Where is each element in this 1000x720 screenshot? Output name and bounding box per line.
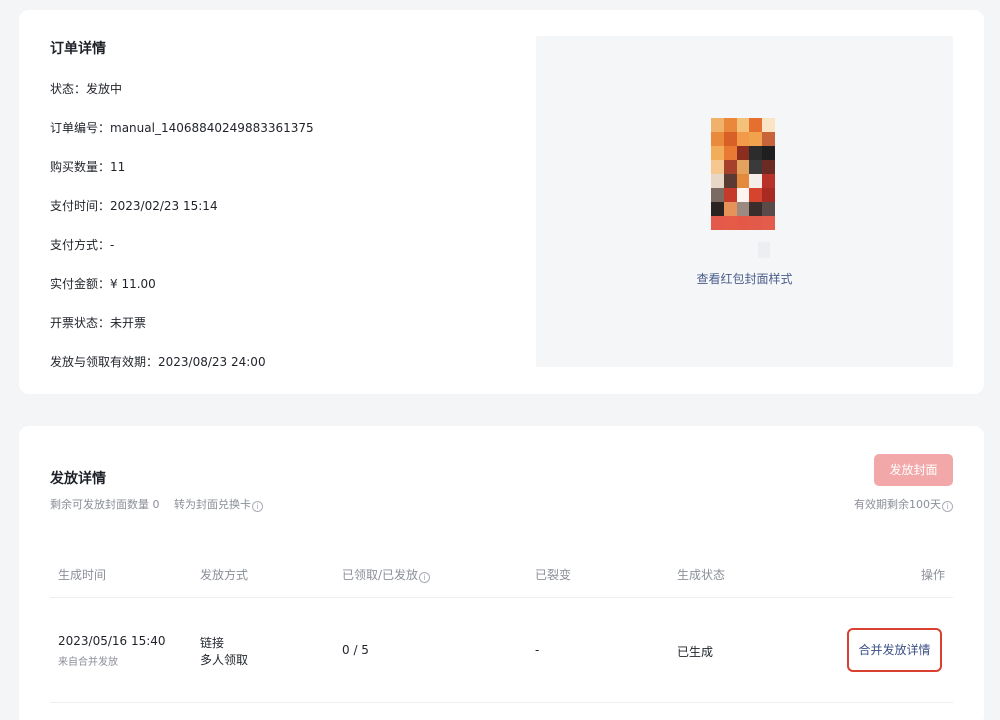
- invoice-status-value: 未开票: [110, 316, 147, 330]
- payment-method-value: -: [110, 238, 115, 252]
- column-header-status: 生成状态: [677, 568, 726, 582]
- order-number-value: manual_1406884024988336137​5: [110, 121, 314, 135]
- column-header-received: 已领取/已发放 i: [342, 566, 431, 583]
- column-header-received-label: 已领取/已发放: [342, 568, 419, 582]
- distribute-cover-button[interactable]: 发放封面: [874, 454, 953, 486]
- paid-amount-label: 实付金额：: [50, 277, 111, 291]
- payment-time-value: 2023/02/23 15:14: [110, 199, 218, 213]
- validity-remaining-label: 有效期剩余100天: [854, 498, 941, 511]
- table-divider: [50, 702, 953, 703]
- payment-method-label: 支付方式：: [50, 238, 111, 252]
- order-number-label: 订单编号：: [50, 121, 111, 135]
- validity-period-row: 发放与领取有效期：2023/08/23 24:00: [50, 353, 266, 370]
- purchase-quantity-label: 购买数量：: [50, 160, 111, 174]
- validity-period-label: 发放与领取有效期：: [50, 355, 159, 369]
- invoice-status-label: 开票状态：: [50, 316, 111, 330]
- convert-to-card-label: 转为封面兑换卡: [174, 498, 251, 511]
- order-status-label: 状态：: [50, 82, 87, 96]
- merge-distribution-detail-link[interactable]: 合并发放详情: [847, 628, 942, 672]
- order-detail-title: 订单详情: [50, 41, 106, 57]
- info-icon[interactable]: i: [419, 572, 431, 583]
- row-generate-time: 2023/05/16 15:40: [58, 634, 166, 648]
- view-cover-style-link[interactable]: 查看红包封面样式: [536, 270, 953, 287]
- remaining-covers-text: 剩余可发放封面数量 0: [50, 498, 160, 511]
- column-header-action: 操作: [920, 568, 945, 582]
- order-detail-card: 订单详情 状态：发放中 订单编号：manual_1406884024988336…: [19, 10, 984, 394]
- row-method-line2: 多人领取: [200, 653, 249, 667]
- column-header-method: 发放方式: [200, 568, 249, 582]
- info-icon[interactable]: i: [942, 501, 953, 512]
- payment-time-row: 支付时间：2023/02/23 15:14: [50, 197, 218, 214]
- payment-time-label: 支付时间：: [50, 199, 111, 213]
- row-generate-source: 来自合并发放: [58, 657, 118, 668]
- order-status-value: 发放中: [86, 82, 123, 96]
- convert-to-card-link[interactable]: 转为封面兑换卡 i: [174, 496, 263, 512]
- validity-remaining: 有效期剩余100天 i: [854, 496, 953, 512]
- cover-thumbnail-shadow: [758, 242, 770, 258]
- column-header-fission: 已裂变: [535, 568, 572, 582]
- info-icon[interactable]: i: [252, 501, 263, 512]
- cover-thumbnail-image: [711, 118, 775, 230]
- purchase-quantity-row: 购买数量：11: [50, 158, 125, 175]
- row-fission: -: [535, 643, 540, 657]
- validity-period-value: 2023/08/23 24:00: [158, 355, 266, 369]
- invoice-status-row: 开票状态：未开票: [50, 314, 146, 331]
- distribution-detail-card: 发放详情 发放封面 剩余可发放封面数量 0 转为封面兑换卡 i 有效期剩余100天…: [19, 426, 984, 720]
- distribution-detail-title: 发放详情: [50, 471, 106, 487]
- row-received: 0 / 5: [342, 643, 369, 657]
- paid-amount-row: 实付金额：¥ 11.00: [50, 275, 156, 292]
- payment-method-row: 支付方式：-: [50, 236, 114, 253]
- order-number-row: 订单编号：manual_1406884024988336137​5: [50, 119, 314, 136]
- order-status-row: 状态：发放中: [50, 80, 122, 97]
- row-method-line1: 链接: [200, 636, 225, 650]
- row-status: 已生成: [677, 645, 714, 659]
- purchase-quantity-value: 11: [110, 160, 126, 174]
- paid-amount-value: ¥ 11.00: [110, 277, 156, 291]
- table-divider: [50, 597, 953, 598]
- cover-preview-panel: 查看红包封面样式: [536, 36, 953, 367]
- column-header-generate-time: 生成时间: [58, 568, 107, 582]
